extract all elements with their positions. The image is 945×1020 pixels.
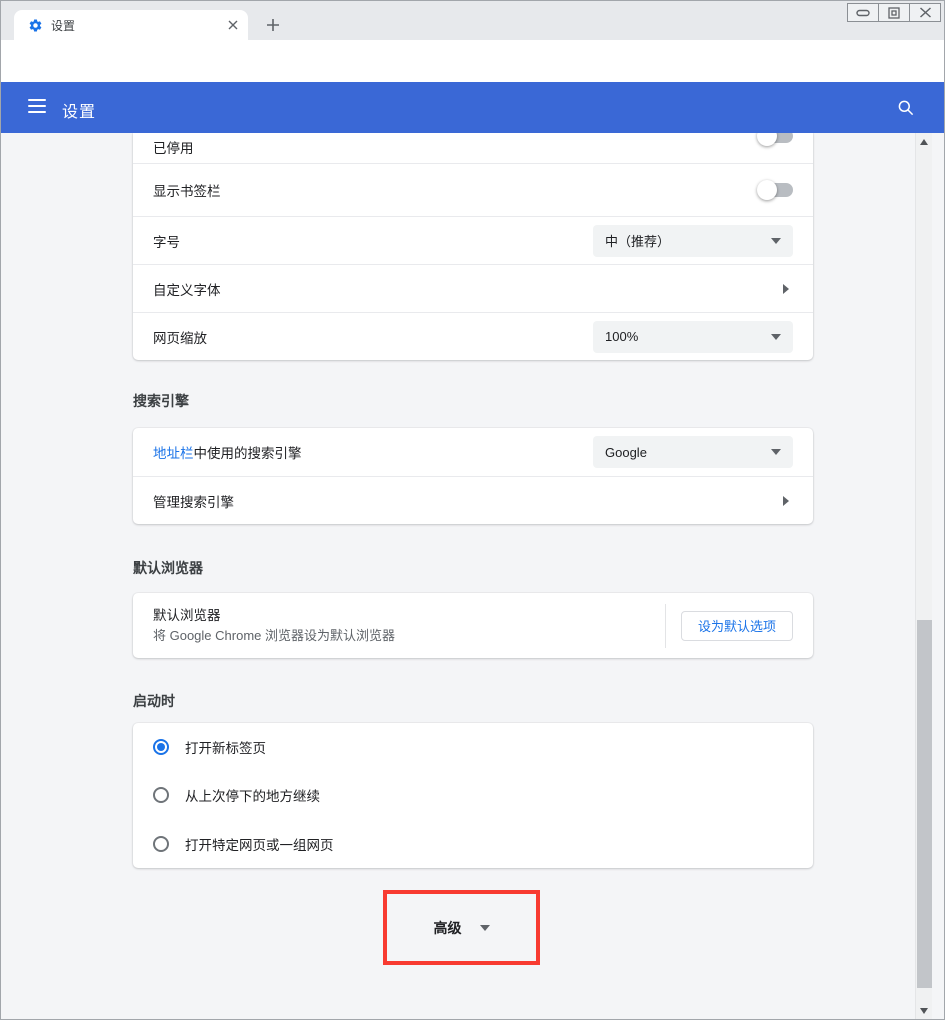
radio-label: 打开特定网页或一组网页 [185, 834, 334, 854]
window-controls [848, 3, 941, 22]
row-label: 地址栏中使用的搜索引擎 [153, 442, 302, 462]
setting-row-page-zoom: 网页缩放 100% [133, 312, 813, 360]
maximize-icon[interactable] [878, 3, 910, 22]
browser-tab[interactable]: 设置 [14, 10, 248, 40]
scrollbar[interactable] [915, 133, 932, 1020]
row-label: 默认浏览器 [153, 606, 665, 626]
section-title-search-engine: 搜索引擎 [133, 391, 189, 411]
setting-row-manage-search-engines[interactable]: 管理搜索引擎 [133, 476, 813, 524]
setting-row-show-bookmarks-bar: 显示书签栏 [133, 163, 813, 216]
radio-label: 从上次停下的地方继续 [185, 785, 320, 805]
radio-option-open-new-tab[interactable]: 打开新标签页 [133, 723, 813, 771]
chevron-down-icon [480, 925, 490, 931]
row-label: 已停用 [153, 137, 194, 157]
annotation-red-box: 高级 [383, 890, 540, 965]
row-label: 网页缩放 [153, 327, 207, 347]
menu-hamburger-icon[interactable] [28, 99, 46, 113]
radio-label: 打开新标签页 [185, 737, 266, 757]
font-size-dropdown[interactable]: 中（推荐） [593, 225, 793, 257]
close-icon[interactable] [909, 3, 941, 22]
tab-title: 设置 [51, 17, 228, 34]
set-as-default-button[interactable]: 设为默认选项 [681, 611, 793, 641]
row-sublabel: 将 Google Chrome 浏览器设为默认浏览器 [153, 626, 665, 646]
setting-row-disabled: 已停用 [133, 133, 813, 163]
vertical-divider [665, 604, 666, 648]
scroll-down-icon[interactable] [920, 1008, 928, 1014]
row-label: 自定义字体 [153, 279, 221, 299]
radio-selected-icon[interactable] [153, 739, 169, 755]
tab-close-icon[interactable] [228, 20, 238, 30]
setting-row-customize-fonts[interactable]: 自定义字体 [133, 264, 813, 312]
settings-header: 设置 [0, 82, 945, 133]
setting-row-default-search-engine: 地址栏中使用的搜索引擎 Google [133, 428, 813, 476]
window-titlebar: 设置 [0, 0, 945, 40]
page-zoom-dropdown[interactable]: 100% [593, 321, 793, 353]
chevron-right-icon [783, 284, 789, 294]
search-engine-dropdown[interactable]: Google [593, 436, 793, 468]
toggle-off[interactable] [759, 133, 793, 143]
on-startup-card: 打开新标签页 从上次停下的地方继续 打开特定网页或一组网页 [133, 723, 813, 868]
chevron-down-icon [771, 238, 781, 244]
default-browser-text: 默认浏览器 将 Google Chrome 浏览器设为默认浏览器 [153, 606, 665, 646]
setting-row-default-browser: 默认浏览器 将 Google Chrome 浏览器设为默认浏览器 设为默认选项 [133, 593, 813, 658]
radio-option-continue-where-left-off[interactable]: 从上次停下的地方继续 [133, 771, 813, 819]
row-label: 字号 [153, 231, 180, 251]
browser-toolbar: Chrome | chrome://settings [0, 40, 945, 82]
gear-icon [28, 18, 43, 33]
search-icon[interactable] [896, 98, 915, 117]
chevron-down-icon [771, 449, 781, 455]
radio-unselected-icon[interactable] [153, 787, 169, 803]
address-bar-link[interactable]: 地址栏 [153, 446, 194, 461]
section-title-on-startup: 启动时 [133, 691, 175, 711]
chevron-right-icon [783, 496, 789, 506]
setting-row-font-size: 字号 中（推荐） [133, 216, 813, 264]
radio-unselected-icon[interactable] [153, 836, 169, 852]
page-title: 设置 [62, 98, 96, 122]
default-browser-card: 默认浏览器 将 Google Chrome 浏览器设为默认浏览器 设为默认选项 [133, 593, 813, 658]
scrollbar-thumb[interactable] [917, 620, 932, 988]
scroll-up-icon[interactable] [920, 139, 928, 145]
settings-content: 已停用 显示书签栏 字号 中（推荐） 自定义字体 网页缩放 100% 搜索引擎 [0, 133, 945, 1020]
section-title-default-browser: 默认浏览器 [133, 558, 203, 578]
appearance-card: 已停用 显示书签栏 字号 中（推荐） 自定义字体 网页缩放 100% [133, 133, 813, 360]
search-engine-card: 地址栏中使用的搜索引擎 Google 管理搜索引擎 [133, 428, 813, 524]
toggle-off[interactable] [759, 183, 793, 197]
chevron-down-icon [771, 334, 781, 340]
row-label: 管理搜索引擎 [153, 491, 234, 511]
minimize-icon[interactable] [847, 3, 879, 22]
advanced-button[interactable]: 高级 [434, 918, 462, 938]
radio-option-open-specific-pages[interactable]: 打开特定网页或一组网页 [133, 820, 813, 868]
new-tab-icon[interactable] [260, 14, 286, 36]
row-label: 显示书签栏 [153, 180, 221, 200]
